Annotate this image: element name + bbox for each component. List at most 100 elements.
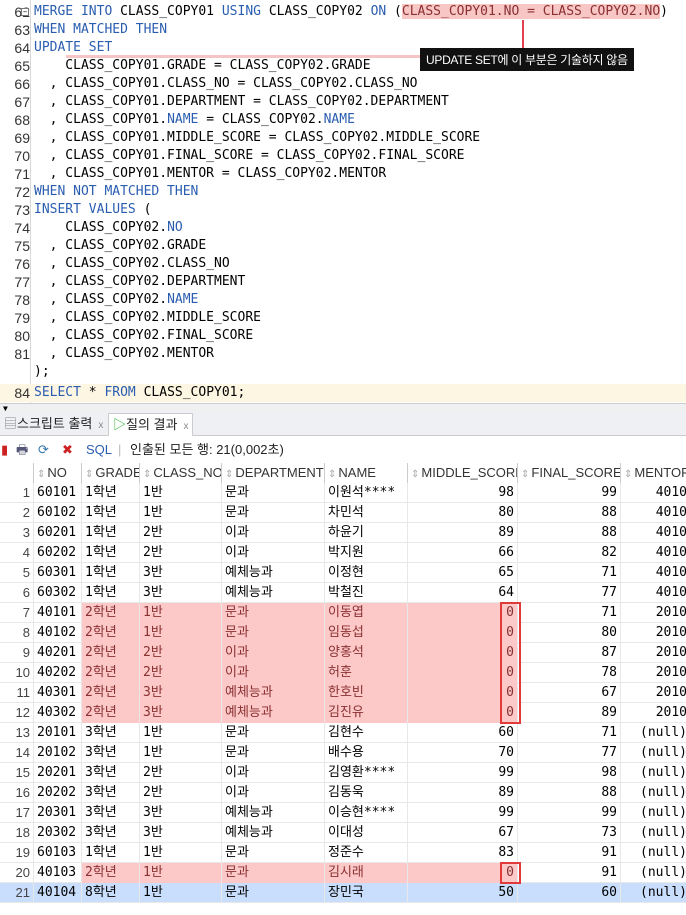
cell-middle_score[interactable]: 89 bbox=[408, 783, 518, 803]
cell-name[interactable]: 이승현**** bbox=[325, 803, 408, 823]
cell-grade[interactable]: 2학년 bbox=[82, 623, 140, 643]
cell-final_score[interactable]: 82 bbox=[518, 543, 621, 563]
table-row[interactable]: 8 40102 2학년 1반 문과 임동섭 0 80 2010 bbox=[0, 623, 686, 643]
cell-middle_score[interactable]: 99 bbox=[408, 803, 518, 823]
code-line[interactable]: 78 , CLASS_COPY02.NAME bbox=[0, 291, 686, 309]
cell-name[interactable]: 양홍석 bbox=[325, 643, 408, 663]
cell-final_score[interactable]: 91 bbox=[518, 843, 621, 863]
cell-class_no[interactable]: 3반 bbox=[140, 823, 222, 843]
cell-rownum[interactable]: 9 bbox=[0, 643, 34, 663]
cell-class_no[interactable]: 2반 bbox=[140, 523, 222, 543]
cell-rownum[interactable]: 17 bbox=[0, 803, 34, 823]
column-header-mentor[interactable]: ⇕ MENTOR bbox=[621, 463, 686, 483]
cell-final_score[interactable]: 67 bbox=[518, 683, 621, 703]
cell-middle_score[interactable]: 65 bbox=[408, 563, 518, 583]
cell-final_score[interactable]: 73 bbox=[518, 823, 621, 843]
cell-mentor[interactable]: (null) bbox=[621, 723, 686, 743]
cell-mentor[interactable]: (null) bbox=[621, 783, 686, 803]
code-line[interactable]: 84 SELECT * FROM CLASS_COPY01; bbox=[0, 384, 686, 402]
cell-final_score[interactable]: 89 bbox=[518, 703, 621, 723]
cell-name[interactable]: 이동엽 bbox=[325, 603, 408, 623]
cell-name[interactable]: 차민석 bbox=[325, 503, 408, 523]
table-row[interactable]: 12 40302 2학년 3반 예체능과 김진유 0 89 2010 bbox=[0, 703, 686, 723]
cell-department[interactable]: 문과 bbox=[222, 603, 325, 623]
cell-mentor[interactable]: (null) bbox=[621, 803, 686, 823]
cell-grade[interactable]: 3학년 bbox=[82, 743, 140, 763]
cell-grade[interactable]: 3학년 bbox=[82, 783, 140, 803]
code-line[interactable]: 81 , CLASS_COPY02.MENTOR bbox=[0, 345, 686, 363]
cell-mentor[interactable]: (null) bbox=[621, 863, 686, 883]
code-line[interactable]: 73 INSERT VALUES ( bbox=[0, 201, 686, 219]
table-row[interactable]: 20 40103 2학년 1반 문과 김시래 0 91 (null) bbox=[0, 863, 686, 883]
cell-grade[interactable]: 3학년 bbox=[82, 823, 140, 843]
code-line[interactable]: 77 , CLASS_COPY02.DEPARTMENT bbox=[0, 273, 686, 291]
close-icon[interactable]: x bbox=[98, 420, 103, 431]
table-row[interactable]: 4 60202 1학년 2반 이과 박지원 66 82 4010 bbox=[0, 543, 686, 563]
cell-mentor[interactable]: 4010 bbox=[621, 483, 686, 503]
delete-icon[interactable]: ✖ bbox=[62, 437, 73, 462]
splitter[interactable]: ▼ bbox=[0, 403, 686, 413]
cell-no[interactable]: 20202 bbox=[34, 783, 82, 803]
cell-rownum[interactable]: 2 bbox=[0, 503, 34, 523]
cell-no[interactable]: 40101 bbox=[34, 603, 82, 623]
cell-department[interactable]: 문과 bbox=[222, 743, 325, 763]
cell-mentor[interactable]: (null) bbox=[621, 823, 686, 843]
cell-mentor[interactable]: 2010 bbox=[621, 703, 686, 723]
cell-grade[interactable]: 1학년 bbox=[82, 843, 140, 863]
cell-name[interactable]: 한호빈 bbox=[325, 683, 408, 703]
cell-middle_score[interactable]: 60 bbox=[408, 723, 518, 743]
tab-script-output[interactable]: ▤스크립트 출력 x bbox=[0, 413, 107, 436]
cell-final_score[interactable]: 88 bbox=[518, 783, 621, 803]
cell-no[interactable]: 60302 bbox=[34, 583, 82, 603]
cell-mentor[interactable]: (null) bbox=[621, 763, 686, 783]
cell-rownum[interactable]: 13 bbox=[0, 723, 34, 743]
code-line[interactable]: 80 , CLASS_COPY02.FINAL_SCORE bbox=[0, 327, 686, 345]
code-line[interactable]: 74 CLASS_COPY02.NO bbox=[0, 219, 686, 237]
cell-class_no[interactable]: 3반 bbox=[140, 803, 222, 823]
cell-mentor[interactable]: 4010 bbox=[621, 523, 686, 543]
cell-grade[interactable]: 3학년 bbox=[82, 803, 140, 823]
cell-class_no[interactable]: 2반 bbox=[140, 663, 222, 683]
cell-class_no[interactable]: 1반 bbox=[140, 503, 222, 523]
cell-final_score[interactable]: 71 bbox=[518, 723, 621, 743]
cell-grade[interactable]: 1학년 bbox=[82, 583, 140, 603]
cell-mentor[interactable]: 2010 bbox=[621, 643, 686, 663]
table-row[interactable]: 1 60101 1학년 1반 문과 이원석**** 98 99 4010 bbox=[0, 483, 686, 503]
cell-grade[interactable]: 8학년 bbox=[82, 883, 140, 903]
sort-icon[interactable]: ⇕ bbox=[328, 469, 336, 480]
sort-icon[interactable]: ⇕ bbox=[37, 469, 45, 480]
table-row[interactable]: 21 40104 8학년 1반 문과 장민국 50 60 (null) bbox=[0, 883, 686, 903]
close-icon[interactable]: x bbox=[183, 421, 188, 432]
cell-middle_score[interactable]: 99 bbox=[408, 763, 518, 783]
print-icon[interactable]: 🖶 bbox=[16, 437, 28, 462]
cell-middle_score[interactable]: 64 bbox=[408, 583, 518, 603]
table-row[interactable]: 17 20301 3학년 3반 예체능과 이승현**** 99 99 (null) bbox=[0, 803, 686, 823]
cell-mentor[interactable]: (null) bbox=[621, 883, 686, 903]
cell-grade[interactable]: 1학년 bbox=[82, 543, 140, 563]
table-row[interactable]: 13 20101 3학년 1반 문과 김현수 60 71 (null) bbox=[0, 723, 686, 743]
code-line[interactable]: ); bbox=[0, 363, 686, 381]
cell-mentor[interactable]: 2010 bbox=[621, 603, 686, 623]
cell-name[interactable]: 김영환**** bbox=[325, 763, 408, 783]
cell-class_no[interactable]: 2반 bbox=[140, 763, 222, 783]
cell-rownum[interactable]: 21 bbox=[0, 883, 34, 903]
cell-department[interactable]: 이과 bbox=[222, 763, 325, 783]
cell-rownum[interactable]: 6 bbox=[0, 583, 34, 603]
cell-final_score[interactable]: 87 bbox=[518, 643, 621, 663]
code-line[interactable]: 75 , CLASS_COPY02.GRADE bbox=[0, 237, 686, 255]
cell-department[interactable]: 문과 bbox=[222, 723, 325, 743]
code-line[interactable]: 70 , CLASS_COPY01.FINAL_SCORE = CLASS_CO… bbox=[0, 147, 686, 165]
cell-department[interactable]: 문과 bbox=[222, 503, 325, 523]
refresh-icon[interactable]: ⟳ bbox=[38, 437, 49, 462]
code-line[interactable]: 72 WHEN NOT MATCHED THEN bbox=[0, 183, 686, 201]
cell-rownum[interactable]: 10 bbox=[0, 663, 34, 683]
cell-department[interactable]: 예체능과 bbox=[222, 823, 325, 843]
cell-department[interactable]: 예체능과 bbox=[222, 683, 325, 703]
cell-final_score[interactable]: 71 bbox=[518, 563, 621, 583]
cell-grade[interactable]: 2학년 bbox=[82, 643, 140, 663]
cell-final_score[interactable]: 91 bbox=[518, 863, 621, 883]
cell-no[interactable]: 20301 bbox=[34, 803, 82, 823]
cell-name[interactable]: 김동욱 bbox=[325, 783, 408, 803]
cell-mentor[interactable]: 2010 bbox=[621, 683, 686, 703]
cell-department[interactable]: 이과 bbox=[222, 783, 325, 803]
